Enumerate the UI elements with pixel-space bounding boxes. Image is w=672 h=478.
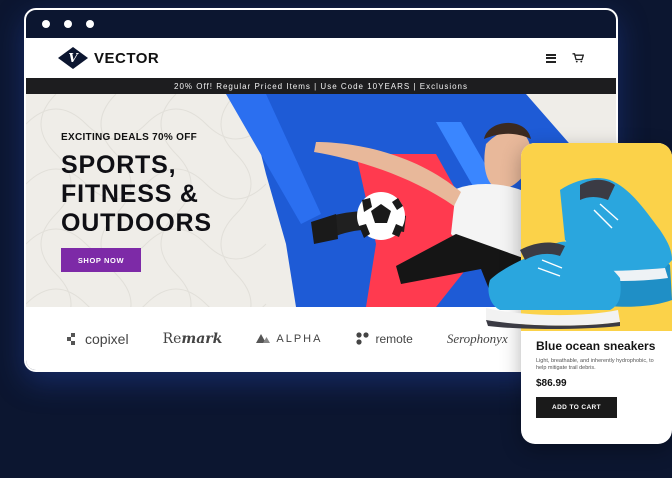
cart-icon[interactable] (572, 53, 584, 63)
window-dot[interactable] (64, 20, 72, 28)
product-description: Light, breathable, and inherently hydrop… (536, 358, 654, 371)
add-to-cart-button[interactable]: ADD TO CART (536, 397, 617, 418)
hero-headline-line: FITNESS & (61, 180, 199, 208)
product-title[interactable]: Blue ocean sneakers (536, 339, 661, 353)
promo-bar[interactable]: 20% Off! Regular Priced Items | Use Code… (26, 78, 616, 94)
copixel-icon (67, 332, 75, 345)
window-dot[interactable] (42, 20, 50, 28)
logo-text: VECTOR (94, 49, 160, 67)
window-dot[interactable] (86, 20, 94, 28)
partner-logo-serophonyx[interactable]: Serophonyx (447, 331, 508, 347)
header-actions (546, 53, 584, 63)
partner-logo-label: Remark (162, 330, 223, 347)
alpha-icon (256, 334, 271, 343)
partner-logo-label: Serophonyx (446, 330, 508, 346)
partner-logo-label: remote (375, 331, 413, 346)
product-card-body: Blue ocean sneakers Light, breathable, a… (536, 339, 661, 418)
partner-logo-label: ALPHA (276, 332, 323, 345)
product-price: $86.99 (536, 378, 567, 389)
hero-headline-line: OUTDOORS (61, 209, 212, 237)
remote-icon (356, 332, 370, 345)
hero-copy: EXCITING DEALS 70% OFF SPORTS, FITNESS &… (61, 132, 212, 272)
partner-logo-remark[interactable]: Remark (163, 331, 223, 347)
sneaker-image (486, 178, 672, 329)
shop-now-button[interactable]: SHOP NOW (61, 248, 141, 272)
window-titlebar (26, 10, 616, 38)
partner-logo-remote[interactable]: remote (356, 331, 413, 346)
hero-headline-line: SPORTS, (61, 151, 177, 179)
partner-logo-alpha[interactable]: ALPHA (256, 333, 322, 345)
hamburger-icon[interactable] (546, 53, 556, 63)
partner-logo-label: copixel (85, 330, 129, 347)
site-logo[interactable]: V VECTOR (58, 47, 159, 69)
hero-headline: SPORTS, FITNESS & OUTDOORS (61, 151, 212, 238)
logo-mark: V (58, 47, 88, 69)
partner-logo-copixel[interactable]: copixel (67, 331, 129, 347)
hero-kicker: EXCITING DEALS 70% OFF (61, 132, 198, 143)
site-header: V VECTOR (26, 38, 616, 78)
